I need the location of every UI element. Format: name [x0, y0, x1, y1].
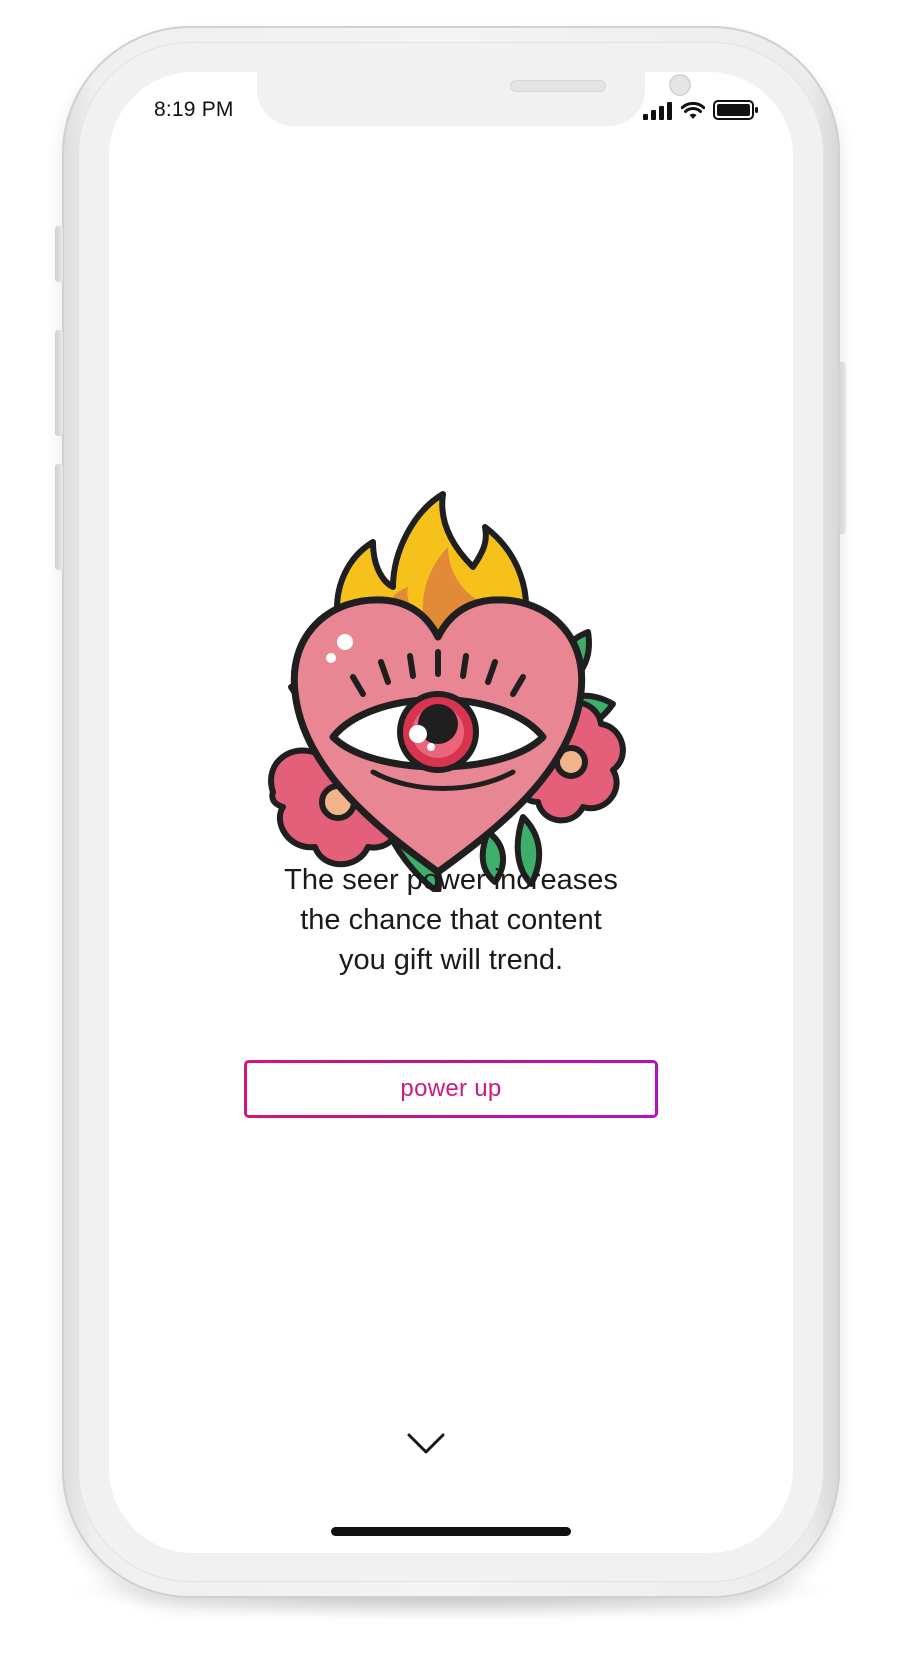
cellular-signal-icon: [643, 102, 672, 120]
home-indicator[interactable]: [331, 1527, 571, 1536]
description-line-1: The seer power increases: [284, 864, 618, 896]
silent-switch: [55, 226, 63, 282]
powerup-description: The seer power increases the chance that…: [201, 860, 701, 980]
speaker-grille: [510, 80, 606, 92]
volume-up-button: [55, 330, 63, 436]
power-up-button[interactable]: power up: [244, 1060, 658, 1118]
power-side-button: [838, 362, 846, 534]
description-line-3: you gift will trend.: [338, 944, 564, 976]
phone-screen: 8:19 PM The seer power increases the cha…: [109, 72, 793, 1553]
status-icons: [643, 100, 759, 120]
volume-down-button: [55, 464, 63, 570]
flaming-heart-eye-icon: [268, 491, 626, 892]
description-line-2: the chance that content: [300, 904, 602, 936]
front-camera: [669, 74, 691, 96]
notch: [257, 72, 691, 126]
battery-icon: [713, 100, 758, 120]
device-mockup: 8:19 PM The seer power increases the cha…: [0, 0, 900, 1667]
wifi-icon: [681, 102, 705, 119]
chevron-down-icon[interactable]: [406, 1432, 446, 1456]
status-time: 8:19 PM: [154, 98, 234, 121]
power-up-button-label: power up: [400, 1075, 502, 1102]
